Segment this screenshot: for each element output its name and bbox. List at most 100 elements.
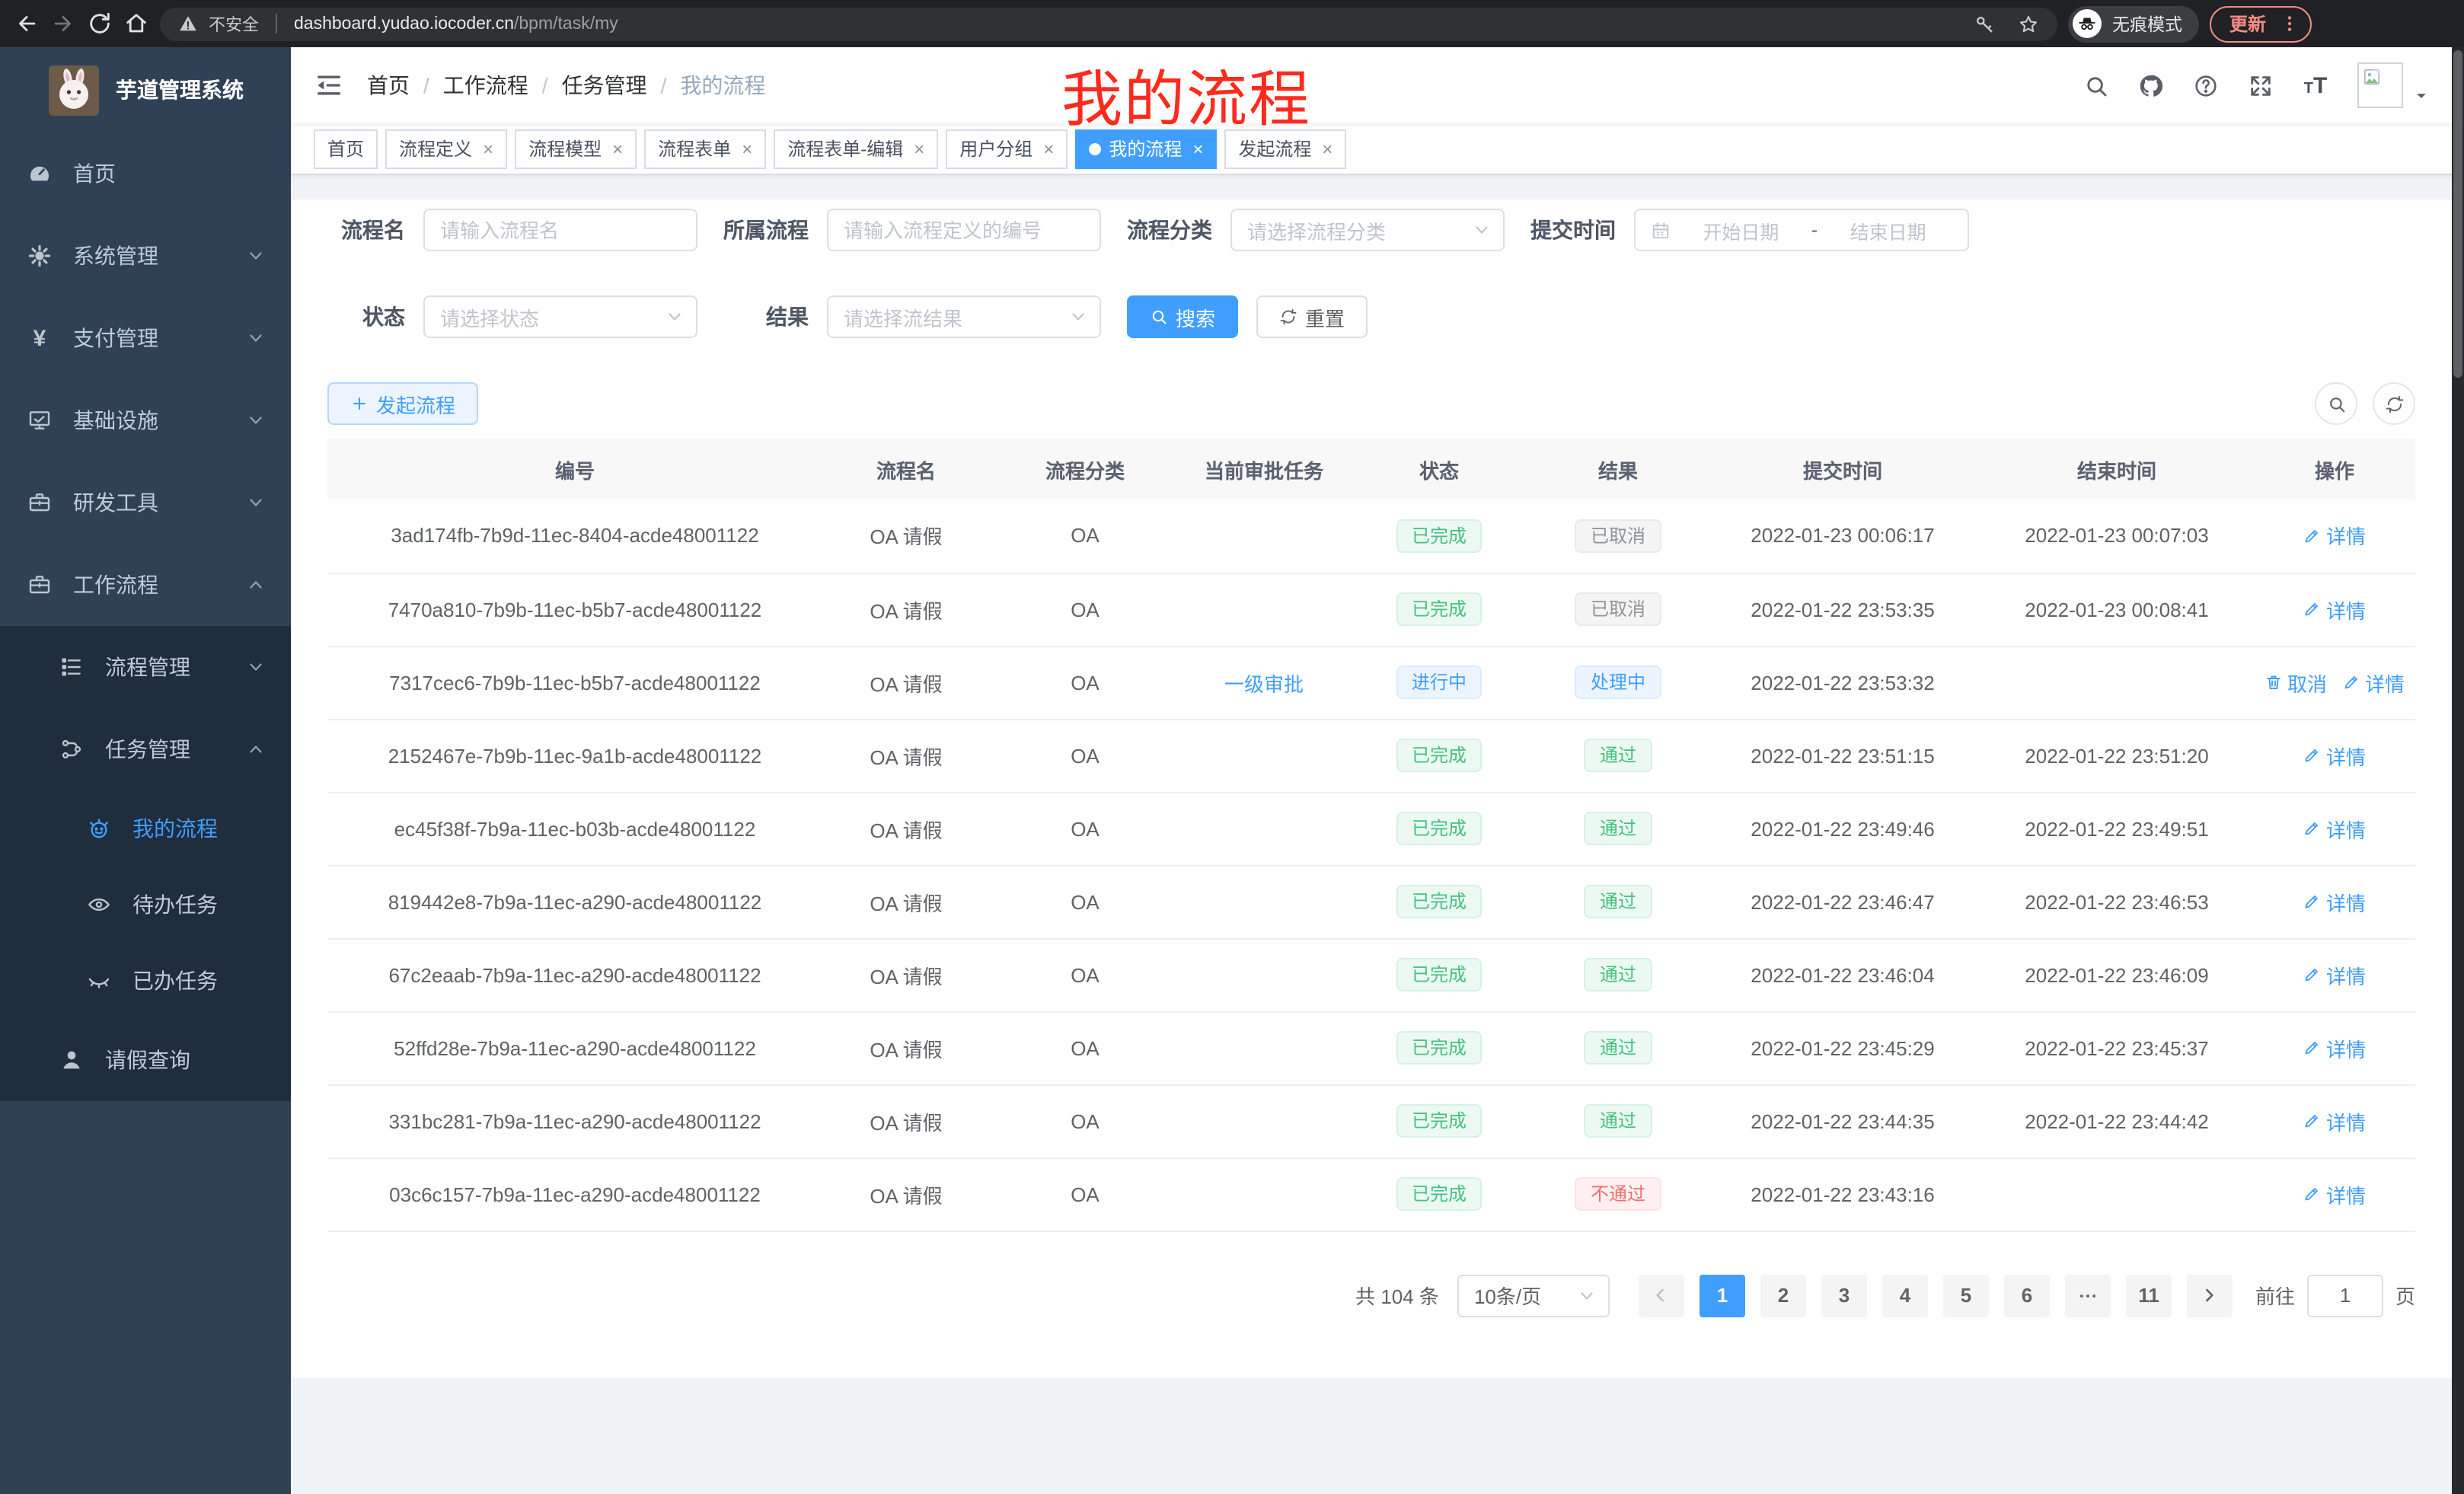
sidebar-item-payment[interactable]: ¥支付管理: [0, 297, 291, 379]
info-tag: 已取消: [1575, 592, 1661, 626]
cell-current-task: [1180, 792, 1348, 865]
cell-category: OA: [990, 1157, 1180, 1231]
forward-icon[interactable]: [50, 11, 76, 37]
tab-process-form[interactable]: 流程表单×: [644, 129, 766, 168]
close-icon[interactable]: ×: [1192, 139, 1203, 158]
page-button-5[interactable]: 5: [1943, 1274, 1989, 1317]
sidebar-item-leave-query[interactable]: 请假查询: [0, 1019, 291, 1101]
page-size-select[interactable]: 10条/页: [1457, 1274, 1610, 1317]
star-icon[interactable]: [2018, 13, 2039, 34]
detail-action-link[interactable]: 详情: [2303, 741, 2366, 770]
app-logo-row[interactable]: 芋道管理系统: [0, 47, 291, 132]
tab-my-process[interactable]: 我的流程×: [1075, 129, 1217, 168]
github-icon[interactable]: [2138, 72, 2164, 98]
tab-user-group[interactable]: 用户分组×: [946, 129, 1068, 168]
reload-icon[interactable]: [87, 11, 113, 37]
arrow-left-icon: [1652, 1285, 1671, 1305]
detail-action-link[interactable]: 详情: [2303, 522, 2366, 551]
sidebar-item-label: 首页: [73, 158, 116, 189]
breadcrumb-item[interactable]: 任务管理: [562, 70, 647, 101]
fontsize-icon[interactable]: TT: [2303, 72, 2328, 98]
filter-process-def: 所属流程: [723, 209, 1101, 251]
plus-icon: [350, 394, 369, 413]
status-select[interactable]: 请选择状态: [423, 295, 697, 338]
hamburger-icon[interactable]: [314, 70, 344, 101]
prev-page-button[interactable]: [1639, 1274, 1684, 1317]
tab-start-process[interactable]: 发起流程×: [1224, 129, 1346, 168]
page-button-1[interactable]: 1: [1700, 1274, 1745, 1317]
search-icon[interactable]: [2083, 72, 2109, 98]
pencil-icon: [2303, 966, 2322, 984]
sidebar-item-label: 已办任务: [132, 966, 218, 996]
tab-process-definition[interactable]: 流程定义×: [385, 129, 507, 168]
sidebar-item-workflow[interactable]: 工作流程: [0, 544, 291, 626]
scrollbar-thumb[interactable]: [2453, 50, 2462, 378]
tab-process-model[interactable]: 流程模型 ×: [515, 129, 637, 168]
chevron-down-icon: [1578, 1286, 1596, 1304]
success-tag: 已完成: [1396, 885, 1482, 918]
close-icon[interactable]: ×: [612, 139, 623, 158]
detail-action-link[interactable]: 详情: [2303, 960, 2366, 989]
detail-action-link[interactable]: 详情: [2303, 595, 2366, 624]
key-icon[interactable]: [1974, 13, 1995, 34]
sidebar-item-done-tasks[interactable]: 已办任务: [0, 943, 291, 1019]
sidebar-item-infrastructure[interactable]: 基础设施: [0, 379, 291, 461]
detail-action-link[interactable]: 详情: [2303, 1033, 2366, 1062]
page-button-2[interactable]: 2: [1760, 1274, 1806, 1317]
browser-scrollbar[interactable]: [2452, 47, 2464, 1494]
detail-action-link[interactable]: 详情: [2342, 668, 2405, 697]
address-bar[interactable]: 不安全 dashboard.yudao.iocoder.cn/bpm/task/…: [160, 7, 2057, 40]
submit-time-range-picker[interactable]: 开始日期 - 结束日期: [1634, 209, 1969, 251]
show-search-button[interactable]: [2315, 382, 2357, 425]
caret-down-icon[interactable]: [2414, 88, 2429, 104]
breadcrumb-item[interactable]: 首页: [367, 70, 410, 101]
refresh-table-button[interactable]: [2373, 382, 2415, 425]
process-def-input[interactable]: [827, 209, 1101, 251]
page-button-4[interactable]: 4: [1882, 1274, 1928, 1317]
detail-action-link[interactable]: 详情: [2303, 1180, 2366, 1208]
close-icon[interactable]: ×: [914, 139, 924, 158]
page-button-3[interactable]: 3: [1821, 1274, 1867, 1317]
more-pages-button[interactable]: [2065, 1274, 2111, 1317]
detail-action-link[interactable]: 详情: [2303, 1106, 2366, 1135]
close-icon[interactable]: ×: [483, 139, 493, 158]
next-page-button[interactable]: [2187, 1274, 2233, 1317]
close-icon[interactable]: ×: [1043, 139, 1054, 158]
sidebar-item-task-mgmt[interactable]: 任务管理: [0, 708, 291, 790]
breadcrumb-item[interactable]: 工作流程: [443, 70, 528, 101]
sidebar-item-system[interactable]: 系统管理: [0, 215, 291, 297]
result-select[interactable]: 请选择流结果: [827, 295, 1101, 338]
sidebar-item-todo-tasks[interactable]: 待办任务: [0, 867, 291, 943]
process-name-input[interactable]: [423, 209, 697, 251]
cancel-action-link[interactable]: 取消: [2265, 668, 2327, 697]
sidebar-item-process-mgmt[interactable]: 流程管理: [0, 626, 291, 708]
user-icon: [59, 1048, 84, 1072]
avatar[interactable]: [2357, 62, 2403, 108]
page-button-6[interactable]: 6: [2004, 1274, 2050, 1317]
search-button[interactable]: 搜索: [1127, 295, 1238, 338]
browser-update-button[interactable]: 更新: [2210, 5, 2312, 42]
create-process-button[interactable]: 发起流程: [327, 382, 478, 425]
close-icon[interactable]: ×: [1322, 139, 1333, 158]
cell-current-task: [1180, 500, 1348, 573]
detail-action-link[interactable]: 详情: [2303, 887, 2366, 916]
current-task-link[interactable]: 一级审批: [1224, 668, 1304, 697]
tab-process-form-edit[interactable]: 流程表单-编辑×: [774, 129, 938, 168]
menu-dots-icon[interactable]: [2280, 14, 2300, 34]
help-icon[interactable]: [2193, 72, 2219, 98]
close-icon[interactable]: ×: [742, 139, 752, 158]
reset-button[interactable]: 重置: [1256, 295, 1368, 338]
detail-action-link[interactable]: 详情: [2303, 814, 2366, 843]
back-icon[interactable]: [14, 11, 40, 37]
tab-label: 流程模型: [528, 136, 602, 161]
page-jump-input[interactable]: [2307, 1274, 2383, 1317]
fullscreen-icon[interactable]: [2248, 72, 2274, 98]
home-icon[interactable]: [123, 11, 149, 37]
sidebar-item-dev-tools[interactable]: 研发工具: [0, 461, 291, 544]
sidebar-item-home[interactable]: 首页: [0, 132, 291, 215]
tab-home[interactable]: 首页: [314, 129, 378, 168]
category-select[interactable]: 请选择流程分类: [1230, 209, 1505, 251]
sidebar-item-my-process[interactable]: 我的流程: [0, 790, 291, 867]
page-button-11[interactable]: 11: [2126, 1274, 2172, 1317]
cell-id: 7470a810-7b9b-11ec-b5b7-acde48001122: [327, 573, 822, 646]
